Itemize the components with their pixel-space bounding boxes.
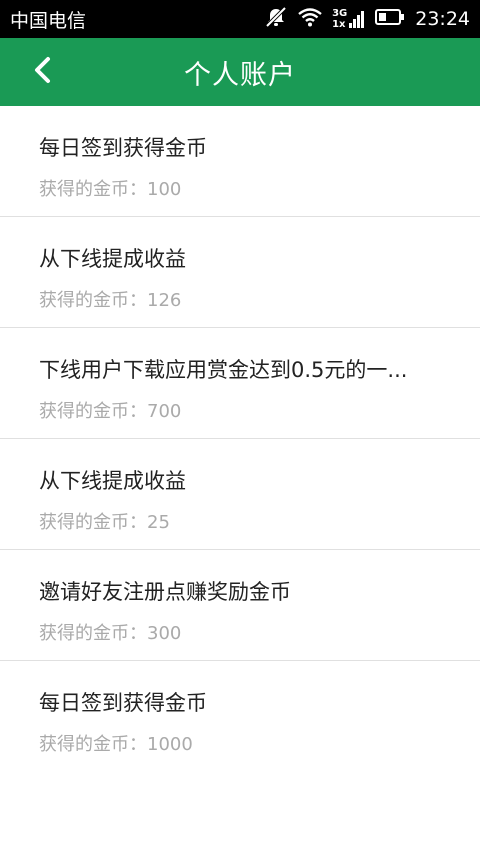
item-title: 下线用户下载应用赏金达到0.5元的一... xyxy=(39,358,408,382)
list-item[interactable]: 每日签到获得金币 获得的金币：100 xyxy=(0,106,480,217)
item-title: 从下线提成收益 xyxy=(39,469,186,493)
network-type-label: 3G xyxy=(332,8,348,19)
list-item[interactable]: 从下线提成收益 获得的金币：25 xyxy=(0,439,480,550)
clock: 23:24 xyxy=(415,8,470,30)
item-coins: 获得的金币：25 xyxy=(39,512,170,533)
item-title: 邀请好友注册点赚奖励金币 xyxy=(39,580,291,604)
network-sub-label: 1x xyxy=(332,19,346,30)
item-coins: 获得的金币：126 xyxy=(39,290,182,311)
notification-muted-icon xyxy=(264,6,288,32)
list-item[interactable]: 邀请好友注册点赚奖励金币 获得的金币：300 xyxy=(0,550,480,661)
item-title: 从下线提成收益 xyxy=(39,247,186,271)
status-bar: 中国电信 3G 1x 23:24 xyxy=(0,0,480,38)
back-button[interactable] xyxy=(20,50,64,94)
chevron-left-icon xyxy=(31,55,53,89)
battery-icon xyxy=(375,8,405,30)
title-bar: 个人账户 xyxy=(0,38,480,106)
carrier-label: 中国电信 xyxy=(10,9,87,32)
item-coins: 获得的金币：700 xyxy=(39,401,182,422)
item-title: 每日签到获得金币 xyxy=(39,691,207,715)
list-item[interactable]: 下线用户下载应用赏金达到0.5元的一... 获得的金币：700 xyxy=(0,328,480,439)
page-title: 个人账户 xyxy=(184,59,296,91)
list-item[interactable]: 从下线提成收益 获得的金币：126 xyxy=(0,217,480,328)
cellular-signal-icon: 3G 1x xyxy=(332,8,365,30)
coin-record-list: 每日签到获得金币 获得的金币：100 从下线提成收益 获得的金币：126 下线用… xyxy=(0,106,480,772)
item-title: 每日签到获得金币 xyxy=(39,136,207,160)
wifi-icon xyxy=(298,7,322,31)
item-coins: 获得的金币：300 xyxy=(39,623,182,644)
item-coins: 获得的金币：1000 xyxy=(39,734,193,755)
item-coins: 获得的金币：100 xyxy=(39,179,182,200)
list-item[interactable]: 每日签到获得金币 获得的金币：1000 xyxy=(0,661,480,772)
status-icons: 3G 1x 23:24 xyxy=(264,6,470,32)
